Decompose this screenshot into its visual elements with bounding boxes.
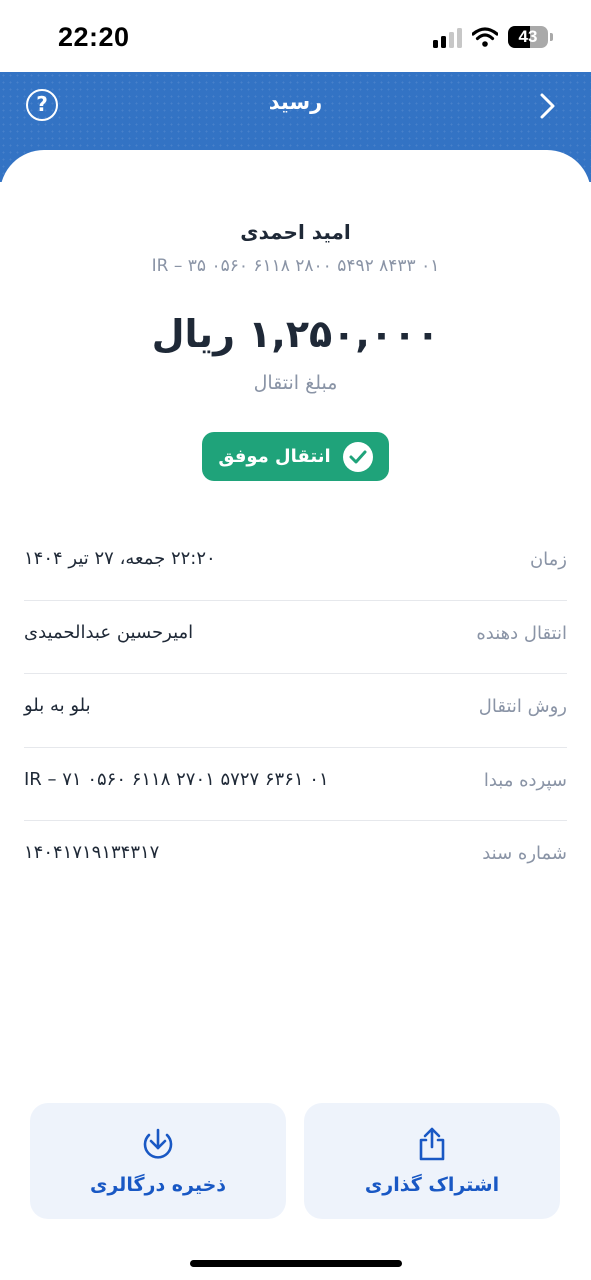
status-bar: 22:20 43 [0, 0, 591, 72]
save-to-gallery-button[interactable]: ذخیره درگالری [30, 1103, 286, 1219]
transaction-details: زمان ۲۲:۲۰ جمعه، ۲۷ تیر ۱۴۰۴ انتقال دهند… [24, 527, 567, 895]
share-button[interactable]: اشتراک گذاری [304, 1103, 560, 1219]
back-chevron-icon[interactable] [537, 92, 557, 120]
detail-value: بلو به بلو [24, 695, 91, 716]
transfer-amount-label: مبلغ انتقال [253, 372, 338, 394]
share-label: اشتراک گذاری [364, 1174, 500, 1196]
detail-label: زمان [529, 549, 567, 570]
download-icon [143, 1128, 173, 1159]
recipient-iban: IR – ۳۵ ۰۵۶۰ ۶۱۱۸ ۲۸۰۰ ۵۴۹۲ ۸۴۳۳ ۰۱ [151, 256, 440, 276]
detail-label: انتقال دهنده [476, 622, 567, 644]
detail-label: سپرده مبدا [483, 769, 567, 791]
battery-level: 43 [518, 27, 538, 46]
check-circle-icon [342, 441, 373, 472]
share-icon [419, 1127, 445, 1161]
detail-value: IR – ۷۱ ۰۵۶۰ ۶۱۱۸ ۲۷۰۱ ۵۷۲۷ ۶۳۶۱ ۰۱ [24, 768, 329, 790]
detail-row-document-number: شماره سند ۱۴۰۴۱۷۱۹۱۳۴۳۱۷ [24, 821, 567, 895]
detail-label: شماره سند [482, 843, 567, 864]
page-title: رسید [268, 90, 323, 114]
status-badge-label: انتقال موفق [218, 446, 331, 467]
battery-icon: 43 [508, 26, 548, 48]
status-icons: 43 [433, 26, 553, 48]
detail-row-method: روش انتقال بلو به بلو [24, 674, 567, 748]
detail-value: امیرحسین عبدالحمیدی [24, 621, 194, 643]
recipient-name: امید احمدی [240, 220, 351, 244]
home-indicator [190, 1260, 402, 1267]
save-to-gallery-label: ذخیره درگالری [89, 1174, 227, 1196]
transfer-amount: ۱,۲۵۰,۰۰۰ ریال [151, 312, 440, 356]
cellular-signal-icon [433, 26, 462, 48]
battery-cap [550, 33, 553, 41]
status-time: 22:20 [58, 22, 130, 52]
detail-value: ۲۲:۲۰ جمعه، ۲۷ تیر ۱۴۰۴ [24, 548, 216, 569]
detail-row-sender: انتقال دهنده امیرحسین عبدالحمیدی [24, 601, 567, 674]
status-badge: انتقال موفق [202, 432, 389, 481]
detail-row-time: زمان ۲۲:۲۰ جمعه، ۲۷ تیر ۱۴۰۴ [24, 527, 567, 601]
detail-label: روش انتقال [478, 696, 567, 717]
wifi-icon [472, 27, 498, 47]
detail-row-source-account: سپرده مبدا IR – ۷۱ ۰۵۶۰ ۶۱۱۸ ۲۷۰۱ ۵۷۲۷ ۶… [24, 748, 567, 821]
detail-value: ۱۴۰۴۱۷۱۹۱۳۴۳۱۷ [24, 842, 160, 863]
